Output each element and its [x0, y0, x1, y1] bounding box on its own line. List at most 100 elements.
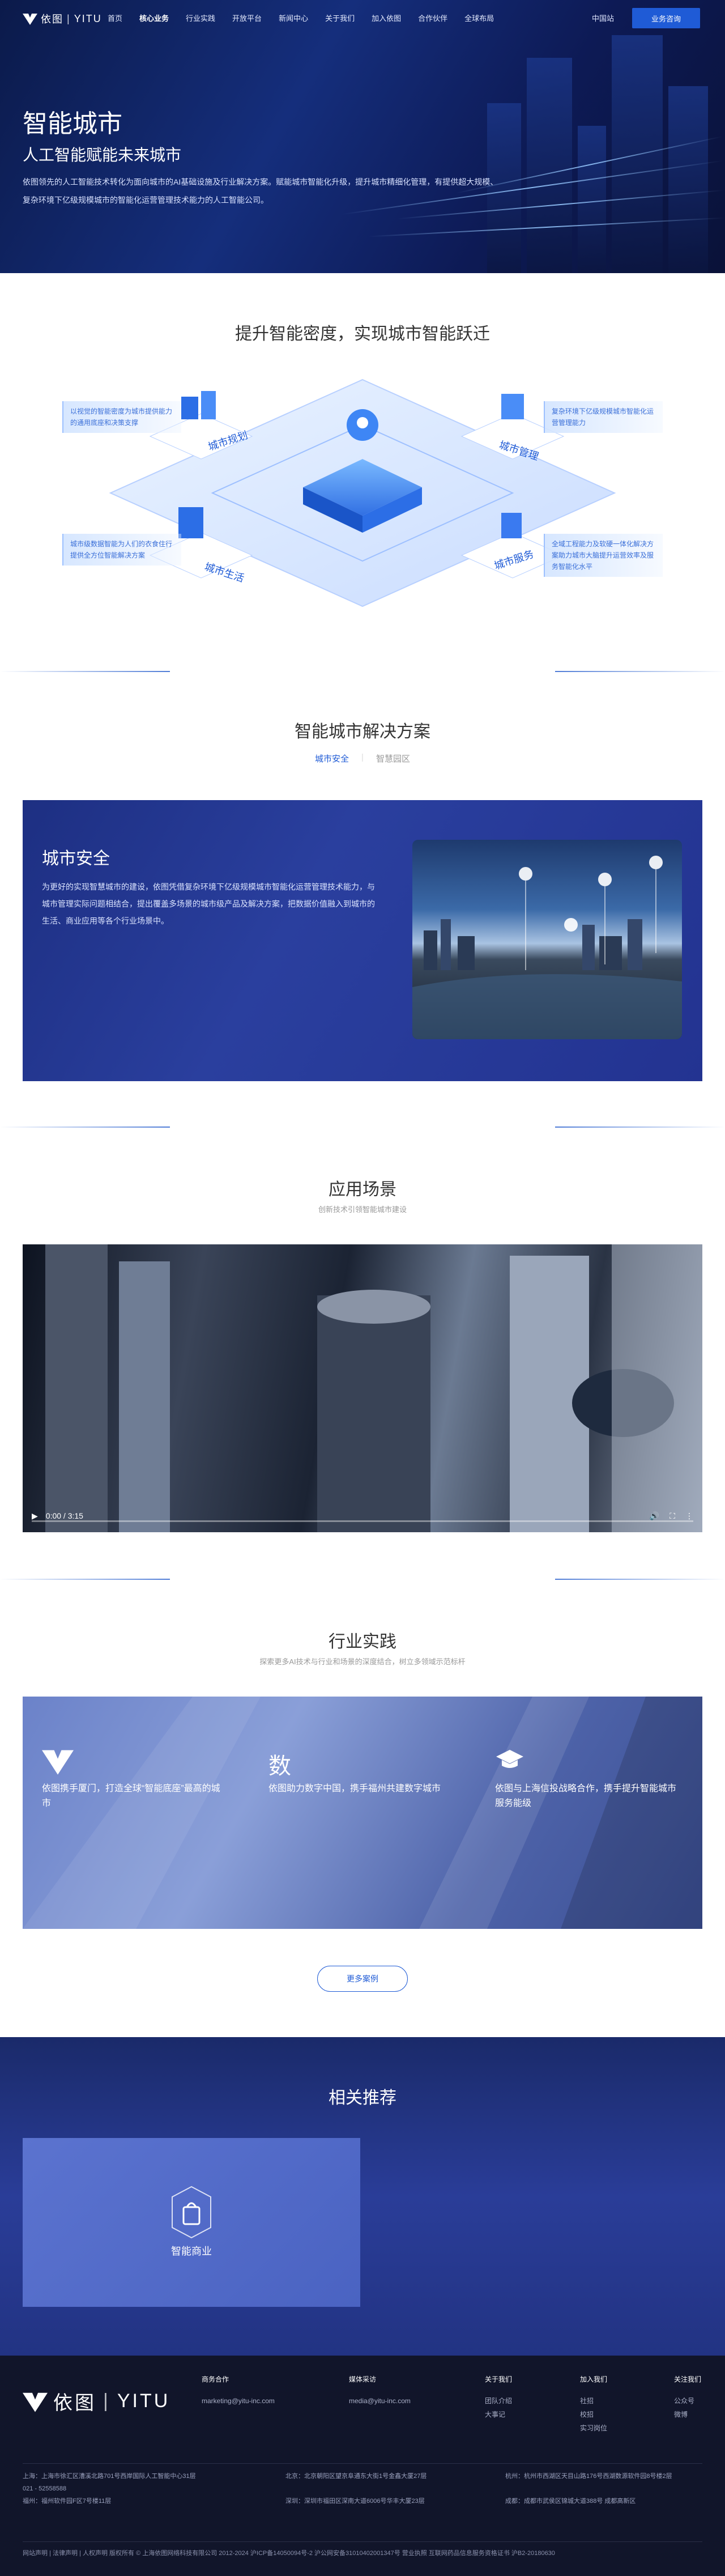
nav-item-open-platform[interactable]: 开放平台: [232, 12, 262, 23]
more-options-icon[interactable]: ⋮: [685, 1511, 693, 1521]
footer-link[interactable]: 团队介绍: [485, 2394, 512, 2408]
yitu-logo-icon: [42, 1748, 229, 1782]
footer-phone: 021 - 52558588: [23, 2485, 67, 2492]
service-tip: 全域工程能力及软硬一体化解决方案助力城市大脑提升运营效率及服务智能化水平: [544, 534, 663, 577]
yitu-logo-icon: [23, 2392, 48, 2412]
nav-item-home[interactable]: 首页: [108, 12, 122, 23]
practice-card-fuzhou[interactable]: 数 依图助力数字中国，携手福州共建数字城市: [268, 1748, 455, 1796]
brand-separator: |: [67, 12, 71, 24]
city-skyline-graphic: [412, 856, 682, 1039]
footer-address-group: 北京：北京朝阳区望京阜通东大街1号金鑫大厦27层 深圳：深圳市福田区深南大道60…: [285, 2470, 427, 2507]
brand-logo[interactable]: 依图 | YITU: [23, 11, 102, 26]
nav-item-core-business[interactable]: 核心业务: [139, 12, 169, 23]
hero-title: 智能城市: [23, 110, 122, 138]
section-divider: [0, 1127, 170, 1128]
footer-address: 深圳：深圳市福田区深南大道6006号华丰大厦23层: [285, 2498, 425, 2505]
footer-link[interactable]: 实习岗位: [580, 2421, 607, 2435]
fullscreen-icon[interactable]: ⛶: [669, 1511, 675, 1521]
footer-logo[interactable]: 依图 | YITU: [23, 2387, 170, 2415]
video-time: 0:00 / 3:15: [45, 1511, 83, 1520]
footer-link[interactable]: 大事记: [485, 2408, 512, 2421]
nav-item-partners[interactable]: 合作伙伴: [418, 12, 447, 23]
footer-link[interactable]: marketing@yitu-inc.com: [202, 2394, 275, 2408]
section-divider: [555, 1127, 725, 1128]
practice-subtitle: 探索更多AI技术与行业和场景的深度结合，树立多领域示范标杆: [259, 1657, 466, 1666]
footer-address: 福州：福州软件园F区7号楼11层: [23, 2498, 112, 2505]
footer-link[interactable]: 微博: [674, 2408, 701, 2421]
recommend-card-label: 智能商业: [171, 2246, 212, 2257]
nav-item-careers[interactable]: 加入依图: [372, 12, 401, 23]
recommend-card[interactable]: 智能商业: [23, 2138, 360, 2307]
footer-col-heading: 加入我们: [580, 2375, 608, 2383]
footer-col-heading: 商务合作: [202, 2375, 229, 2383]
glass-building-graphic: [23, 1697, 702, 1929]
video-controls: ▶ 0:00 / 3:15 🔊 ⛶ ⋮: [23, 1499, 702, 1532]
footer-col-about: 关于我们 团队介绍 大事记: [485, 2373, 512, 2421]
footer-address: 杭州：杭州市西湖区天目山路176号西湖数源软件园8号楼2层: [505, 2473, 672, 2480]
language-selector[interactable]: 中国站: [592, 12, 614, 23]
footer-address: 成都：成都市武侯区锦城大道388号 成都高新区: [505, 2498, 636, 2505]
tab-separator: |: [361, 753, 364, 762]
footer-address-group: 上海：上海市徐汇区漕溪北路701号西岸国际人工智能中心31层 021 - 525…: [23, 2470, 196, 2507]
nav-item-industry[interactable]: 行业实践: [186, 12, 215, 23]
brand-name-en: YITU: [74, 12, 102, 24]
calligraphy-icon: 数: [268, 1753, 291, 1779]
practice-title: 行业实践: [329, 1633, 396, 1651]
site-footer: 依图 | YITU 商务合作 marketing@yitu-inc.com 媒体…: [0, 2356, 725, 2576]
video-frame: [45, 1244, 702, 1532]
footer-divider: [23, 2463, 702, 2464]
nav-item-global[interactable]: 全球布局: [464, 12, 494, 23]
footer-brand-en: YITU: [117, 2390, 170, 2412]
hero-banner: 智能城市 人工智能赋能未来城市 依图领先的人工智能技术转化为面向城市的AI基础设…: [0, 0, 725, 273]
footer-address: 北京：北京朝阳区望京阜通东大街1号金鑫大厦27层: [285, 2473, 427, 2480]
footer-link[interactable]: 社招: [580, 2394, 607, 2408]
footer-copyright: 网站声明 | 法律声明 | 人权声明 版权所有 © 上海依图网络科技有限公司 2…: [23, 2550, 555, 2557]
hero-building: [578, 126, 606, 273]
recommend-title: 相关推荐: [329, 2089, 396, 2107]
footer-link[interactable]: 公众号: [674, 2394, 701, 2408]
section-divider: [0, 671, 170, 672]
footer-col-media: 媒体采访 media@yitu-inc.com: [349, 2373, 411, 2408]
planning-tip: 以视觉的智能密度为城市提供能力的通用底座和决策支撑: [62, 401, 181, 433]
hero-building: [668, 86, 708, 273]
solution-title: 城市安全: [42, 849, 110, 868]
practice-card-shanghai[interactable]: 依图与上海信投战略合作，携手提升智能城市服务能级: [495, 1748, 682, 1811]
city-night-image: [412, 840, 682, 1039]
footer-divider: [23, 2541, 702, 2542]
management-tip: 复杂环境下亿级规模城市智能化运营管理能力: [544, 401, 663, 433]
brand-name-cn: 依图: [41, 14, 63, 25]
hero-building: [527, 58, 572, 273]
tab-smart-park[interactable]: 智慧园区: [376, 753, 410, 764]
shopping-bag-icon: [172, 2186, 211, 2239]
footer-link[interactable]: media@yitu-inc.com: [349, 2394, 411, 2408]
top-navigation: 依图 | YITU 首页 核心业务 行业实践 开放平台 新闻中心 关于我们 加入…: [0, 0, 725, 36]
section-divider: [555, 671, 725, 672]
section-divider: [0, 1579, 170, 1580]
volume-icon[interactable]: 🔊: [650, 1511, 659, 1521]
footer-col-heading: 关于我们: [485, 2375, 513, 2383]
nav-item-news[interactable]: 新闻中心: [279, 12, 308, 23]
footer-link[interactable]: 校招: [580, 2408, 607, 2421]
yitu-logo-icon: [23, 14, 37, 25]
footer-col-business: 商务合作 marketing@yitu-inc.com: [202, 2373, 275, 2408]
recommend-section: 相关推荐 智能商业: [0, 2037, 725, 2356]
nav-menu: 首页 核心业务 行业实践 开放平台 新闻中心 关于我们 加入依图 合作伙伴 全球…: [108, 12, 511, 23]
practice-card-text: 依图携手厦门，打造全球“智能底座”最高的城市: [42, 1784, 220, 1808]
play-icon[interactable]: ▶: [32, 1511, 38, 1521]
more-cases-button[interactable]: 更多案例: [317, 1966, 408, 1992]
solution-tabs: 城市安全 | 智慧园区: [0, 753, 725, 764]
footer-address-group: 杭州：杭州市西湖区天目山路176号西湖数源软件园8号楼2层 成都：成都市武侯区锦…: [505, 2470, 672, 2507]
practice-card-text: 依图与上海信投战略合作，携手提升智能城市服务能级: [495, 1784, 677, 1808]
graduation-cap-icon: [495, 1748, 682, 1782]
nav-item-about[interactable]: 关于我们: [325, 12, 355, 23]
section-divider: [555, 1579, 725, 1580]
solution-panel: 城市安全 为更好的实现智慧城市的建设，依图凭借复杂环境下亿级规模城市智能化运营管…: [23, 800, 702, 1081]
scene-video-player[interactable]: ▶ 0:00 / 3:15 🔊 ⛶ ⋮: [23, 1244, 702, 1532]
practice-card-xiamen[interactable]: 依图携手厦门，打造全球“智能底座”最高的城市: [42, 1748, 229, 1811]
footer-address: 上海：上海市徐汇区漕溪北路701号西岸国际人工智能中心31层: [23, 2473, 196, 2480]
tab-city-security[interactable]: 城市安全: [315, 753, 349, 764]
consult-button[interactable]: 业务咨询: [632, 8, 700, 28]
footer-brand-separator: |: [103, 2390, 110, 2412]
footer-col-join: 加入我们 社招 校招 实习岗位: [580, 2373, 607, 2435]
practice-card-text: 依图助力数字中国，携手福州共建数字城市: [268, 1784, 441, 1793]
